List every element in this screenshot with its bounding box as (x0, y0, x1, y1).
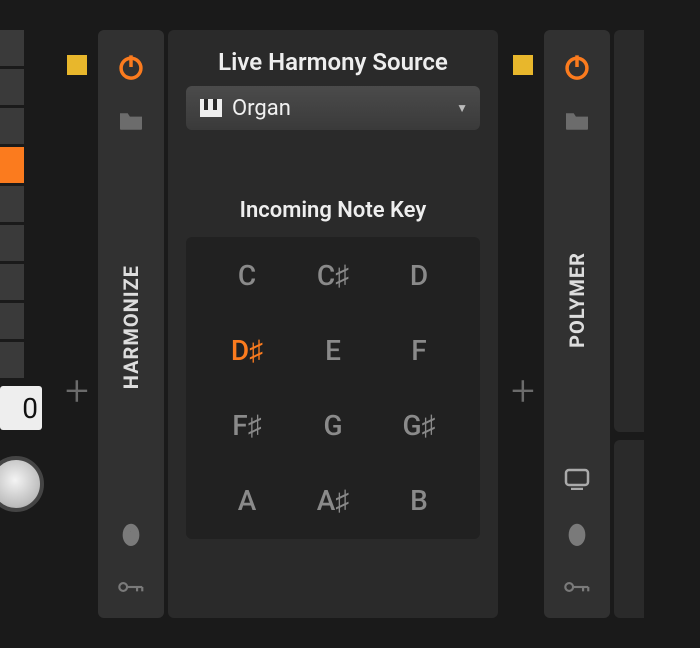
remote-controls-button[interactable] (560, 516, 594, 550)
incoming-note-key-title: Incoming Note Key (240, 198, 427, 223)
key-f[interactable]: F (411, 334, 426, 367)
step-cell-active[interactable] (0, 147, 24, 183)
device-title: POLYMER (565, 252, 589, 348)
key-f-sharp[interactable]: F♯ (232, 409, 261, 442)
dropdown-value: Organ (232, 96, 291, 121)
value-input[interactable]: 0 (0, 386, 42, 430)
insert-slot-left[interactable]: + (56, 0, 98, 648)
mouse-icon (567, 520, 587, 546)
key-d[interactable]: D (410, 259, 428, 292)
step-cell[interactable] (0, 342, 24, 378)
instrument-icon (200, 99, 222, 117)
device-title: HARMONIZE (119, 265, 143, 389)
key-icon (118, 579, 144, 595)
insert-marker (67, 55, 87, 75)
note-key-grid: C C♯ D D♯ E F F♯ G G♯ A A♯ B (186, 237, 480, 539)
step-cell[interactable] (0, 108, 24, 144)
modulation-routing-button[interactable] (114, 570, 148, 604)
modulation-routing-button[interactable] (560, 570, 594, 604)
key-c[interactable]: C (238, 259, 256, 292)
expanded-view-button[interactable] (560, 462, 594, 496)
preset-folder-button[interactable] (560, 104, 594, 138)
key-a[interactable]: A (238, 484, 257, 517)
step-cell[interactable] (0, 69, 24, 105)
power-icon (563, 53, 591, 81)
step-cell[interactable] (0, 303, 24, 339)
monitor-icon (564, 468, 590, 490)
step-cell[interactable] (0, 225, 24, 261)
left-device-fragment: 0 (0, 0, 56, 648)
key-icon (564, 579, 590, 595)
step-cell[interactable] (0, 30, 24, 66)
add-device-icon: + (65, 371, 89, 413)
key-g[interactable]: G (323, 409, 342, 442)
polymer-panel-fragment (614, 30, 644, 618)
mouse-icon (121, 520, 141, 546)
panel-title: Live Harmony Source (218, 48, 448, 76)
remote-controls-button[interactable] (114, 516, 148, 550)
chevron-down-icon: ▼ (456, 101, 468, 115)
key-a-sharp[interactable]: A♯ (317, 484, 350, 517)
power-button[interactable] (114, 50, 148, 84)
add-device-icon: + (511, 371, 535, 413)
panel-sliver-lower (614, 440, 644, 618)
folder-icon (117, 110, 145, 132)
key-e[interactable]: E (325, 334, 341, 367)
power-button[interactable] (560, 50, 594, 84)
harmony-source-dropdown[interactable]: Organ ▼ (186, 86, 480, 130)
insert-slot-right[interactable]: + (502, 0, 544, 648)
device-rail-polymer: POLYMER (544, 30, 610, 618)
folder-icon (563, 110, 591, 132)
device-rail-harmonize: HARMONIZE (98, 30, 164, 618)
preset-folder-button[interactable] (114, 104, 148, 138)
step-cells (0, 30, 24, 378)
insert-marker (513, 55, 533, 75)
rotary-knob[interactable] (0, 456, 44, 512)
step-cell[interactable] (0, 186, 24, 222)
power-icon (117, 53, 145, 81)
key-c-sharp[interactable]: C♯ (317, 259, 349, 292)
key-g-sharp[interactable]: G♯ (402, 409, 435, 442)
key-b[interactable]: B (410, 484, 428, 517)
key-d-sharp[interactable]: D♯ (231, 334, 263, 367)
step-cell[interactable] (0, 264, 24, 300)
panel-sliver (614, 30, 644, 432)
harmonize-panel: Live Harmony Source Organ ▼ Incoming Not… (168, 30, 498, 618)
